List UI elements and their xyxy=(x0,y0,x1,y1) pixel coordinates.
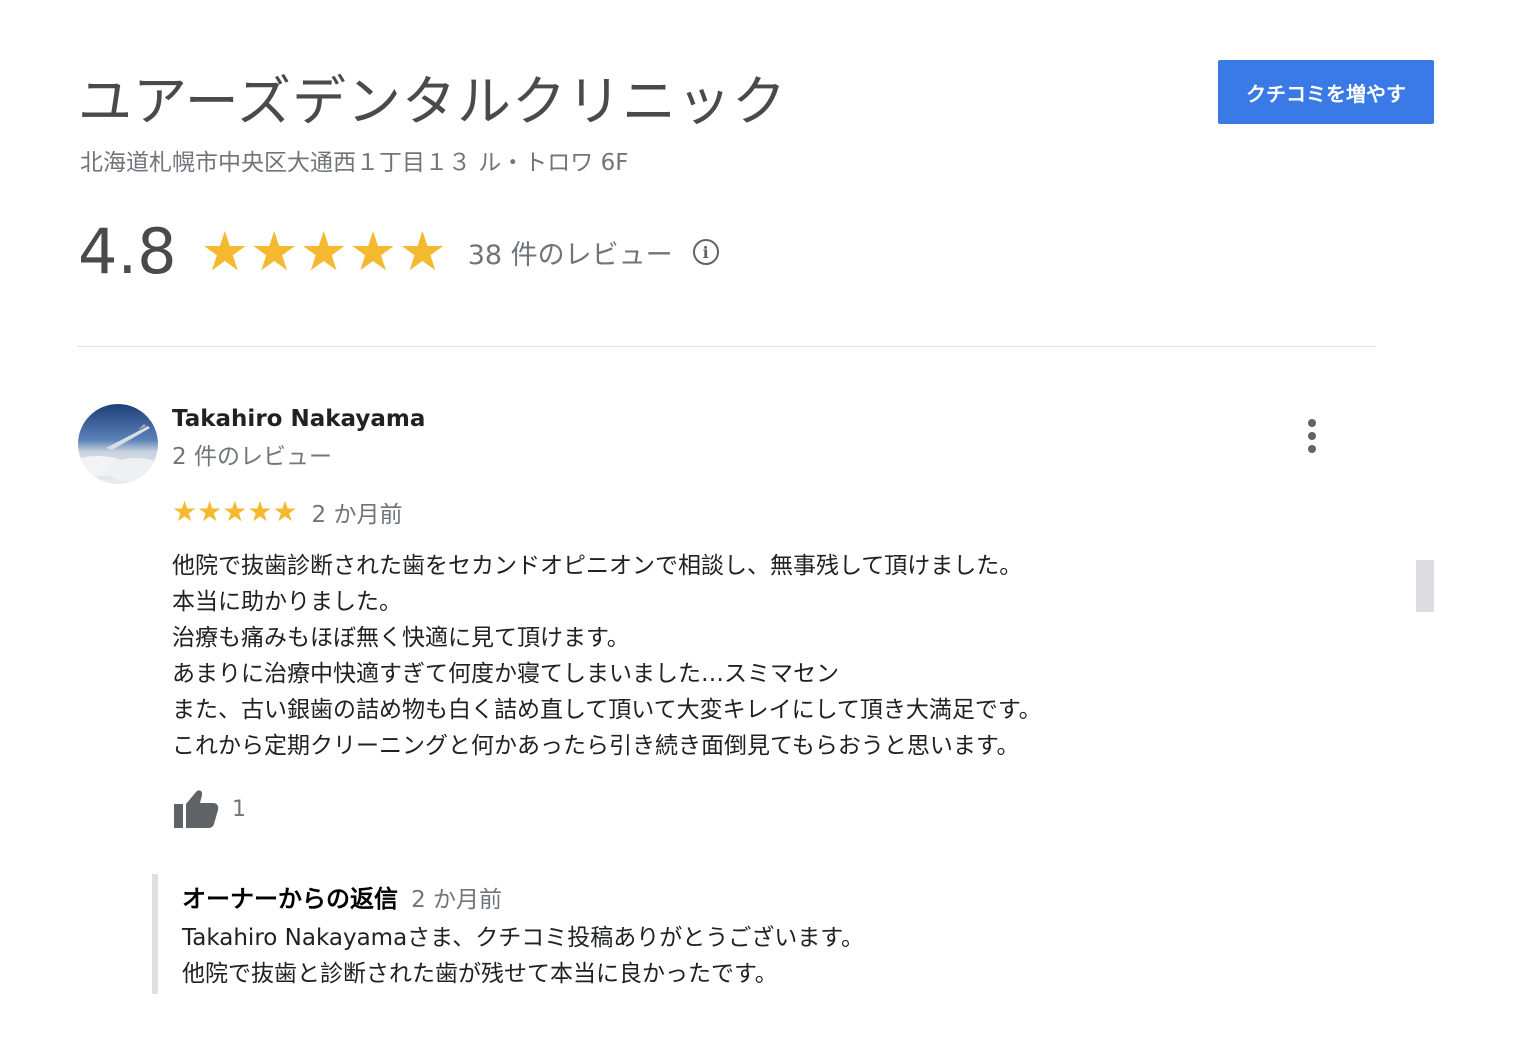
reviewer-review-count: 2 件のレビュー xyxy=(172,444,332,470)
owner-reply-label: オーナーからの返信 xyxy=(182,885,398,913)
owner-reply-line: Takahiro Nakayamaさま、クチコミ投稿ありがとうございます。 xyxy=(182,925,864,951)
review-text-line: 治療も痛みもほぼ無く快適に見て頂けます。 xyxy=(172,625,630,651)
rating-summary: 4.8 ★ ★ ★ ★ ★ 38 件のレビュー i xyxy=(78,212,719,292)
star-icon: ★ xyxy=(197,495,223,528)
scrollbar-thumb[interactable] xyxy=(1416,560,1434,612)
like-row: 1 xyxy=(172,786,246,832)
avatar[interactable] xyxy=(78,404,158,484)
review-text-line: あまりに治療中快適すぎて何度か寝てしまいました…スミマセン xyxy=(172,661,839,687)
star-icon: ★ xyxy=(247,495,273,528)
star-icon: ★ xyxy=(348,220,398,283)
review-meta: ★ ★ ★ ★ ★ 2 か月前 xyxy=(172,494,403,530)
review-page: ユアーズデンタルクリニック 北海道札幌市中央区大通西１丁目１３ ル・トロワ 6F… xyxy=(0,0,1514,1054)
star-icon: ★ xyxy=(222,495,248,528)
owner-reply-text: Takahiro Nakayamaさま、クチコミ投稿ありがとうございます。 他院… xyxy=(182,920,864,992)
review-text-line: 他院で抜歯診断された歯をセカンドオピニオンで相談し、無事残して頂けました。 xyxy=(172,553,1023,579)
star-icon: ★ xyxy=(398,220,447,283)
more-options-icon[interactable] xyxy=(1296,414,1328,458)
star-icon: ★ xyxy=(299,220,348,283)
business-name: ユアーズデンタルクリニック xyxy=(78,70,788,133)
info-icon[interactable]: i xyxy=(692,239,719,265)
owner-reply: オーナーからの返信 2 か月前 Takahiro Nakayamaさま、クチコミ… xyxy=(152,874,1058,994)
star-icon: ★ xyxy=(272,495,298,528)
review-date: 2 か月前 xyxy=(311,502,403,528)
star-icon: ★ xyxy=(200,220,250,283)
review-count[interactable]: 38 件のレビュー xyxy=(468,233,673,272)
business-address: 北海道札幌市中央区大通西１丁目１３ ル・トロワ 6F xyxy=(80,150,629,176)
star-icon: ★ xyxy=(172,495,198,528)
get-more-reviews-button[interactable]: クチコミを増やす xyxy=(1218,60,1434,124)
owner-reply-header: オーナーからの返信 2 か月前 xyxy=(182,882,502,919)
review-text: 他院で抜歯診断された歯をセカンドオピニオンで相談し、無事残して頂けました。 本当… xyxy=(172,548,1272,764)
review-stars: ★ ★ ★ ★ ★ xyxy=(172,497,298,527)
review-text-line: また、古い銀歯の詰め物も白く詰め直して頂いて大変キレイにして頂き大満足です。 xyxy=(172,697,1042,723)
reviewer-name[interactable]: Takahiro Nakayama xyxy=(172,402,425,436)
review-text-line: これから定期クリーニングと何かあったら引き続き面倒見てもらおうと思います。 xyxy=(172,733,1020,759)
rating-stars: ★ ★ ★ ★ ★ xyxy=(201,222,448,282)
review-text-line: 本当に助かりました。 xyxy=(172,589,402,615)
avatar-image xyxy=(78,404,158,484)
thumbs-up-icon[interactable] xyxy=(172,786,220,832)
like-count: 1 xyxy=(232,796,246,822)
owner-reply-date: 2 か月前 xyxy=(411,887,503,913)
rating-value: 4.8 xyxy=(78,215,177,288)
owner-reply-line: 他院で抜歯と診断された歯が残せて本当に良かったです。 xyxy=(182,961,778,987)
star-icon: ★ xyxy=(250,220,299,283)
divider xyxy=(78,346,1376,347)
